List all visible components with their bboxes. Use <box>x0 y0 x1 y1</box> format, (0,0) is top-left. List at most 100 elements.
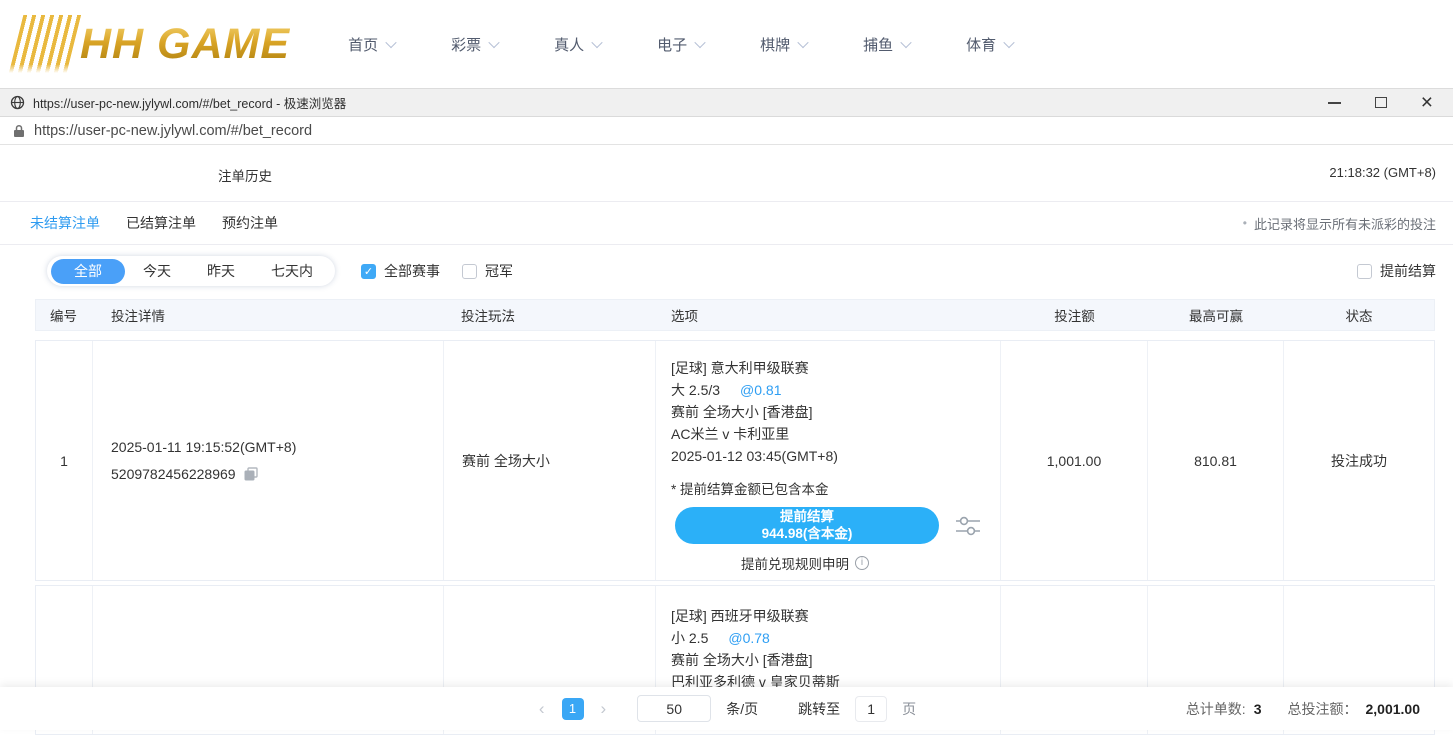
site-logo[interactable]: HH GAME <box>16 15 290 73</box>
chevron-down-icon <box>385 37 396 48</box>
cell-max-win: 810.81 <box>1148 341 1284 580</box>
match-teams: AC米兰 v 卡利亚里 <box>671 423 789 445</box>
nav-label: 电子 <box>657 34 687 55</box>
nav-label: 首页 <box>348 34 378 55</box>
note-text: 此记录将显示所有未派彩的投注 <box>1254 214 1436 233</box>
cell-status: 投注成功 <box>1284 341 1434 580</box>
cell-bet-amount: 1,001.00 <box>1001 341 1148 580</box>
pagination: ‹ 1 › 条/页 跳转至 页 <box>537 695 916 722</box>
chevron-down-icon <box>591 37 602 48</box>
total-count-label: 总计单数: <box>1186 699 1246 719</box>
tabs-row: 未结算注单 已结算注单 预约注单 • 此记录将显示所有未派彩的投注 <box>0 202 1453 245</box>
page-size-input[interactable] <box>637 695 711 722</box>
screen: HH GAME 首页 彩票 真人 电子 棋牌 捕鱼 体育 https://use… <box>0 0 1453 750</box>
cashout-rule-link[interactable]: 提前兑现规则申明 i <box>671 553 939 573</box>
tab-unsettled[interactable]: 未结算注单 <box>30 213 100 233</box>
totals: 总计单数: 3 总投注额： 2,001.00 <box>1186 699 1420 719</box>
bullet-icon: • <box>1243 216 1247 230</box>
page-unit-label: 页 <box>902 699 916 719</box>
nav-item-live[interactable]: 真人 <box>554 34 601 55</box>
odds: @0.78 <box>728 630 769 646</box>
col-header-option: 选项 <box>656 305 1001 325</box>
main-nav: 首页 彩票 真人 电子 棋牌 捕鱼 体育 <box>348 34 1013 55</box>
champion-checkbox-wrap[interactable]: 冠军 <box>462 261 513 281</box>
unsettled-note: • 此记录将显示所有未派彩的投注 <box>1243 214 1436 233</box>
cashout-rule-text: 提前兑现规则申明 <box>741 553 849 573</box>
jump-page-input[interactable] <box>855 696 887 722</box>
logo-bars-decoration <box>9 15 81 73</box>
filter-row: 全部 今天 昨天 七天内 ✓ 全部赛事 冠军 提前结算 <box>0 245 1453 297</box>
browser-urlbar[interactable]: https://user-pc-new.jylywl.com/#/bet_rec… <box>0 117 1453 145</box>
bet-table: 编号 投注详情 投注玩法 选项 投注额 最高可赢 状态 1 2025-01-11… <box>35 299 1435 735</box>
odds: @0.81 <box>740 382 781 398</box>
all-events-checkbox-wrap[interactable]: ✓ 全部赛事 <box>361 261 440 281</box>
bet-id: 5209782456228969 <box>111 461 236 488</box>
cashout-button[interactable]: 提前结算 944.98(含本金) <box>675 507 939 544</box>
date-filter-all[interactable]: 全部 <box>51 259 125 284</box>
cell-play-type: 赛前 全场大小 <box>444 341 656 580</box>
per-page-label: 条/页 <box>726 699 758 719</box>
nav-item-cards[interactable]: 棋牌 <box>760 34 807 55</box>
selection: 大 2.5/3 <box>671 382 720 398</box>
chevron-down-icon <box>1004 37 1015 48</box>
tab-reserved[interactable]: 预约注单 <box>222 213 278 233</box>
nav-item-sports[interactable]: 体育 <box>966 34 1013 55</box>
market: 赛前 全场大小 [香港盘] <box>671 401 813 423</box>
copy-icon[interactable] <box>243 466 259 482</box>
cell-option: [足球] 意大利甲级联赛 大 2.5/3@0.81 赛前 全场大小 [香港盘] … <box>656 341 1001 580</box>
lock-icon <box>13 124 25 138</box>
browser-titlebar: https://user-pc-new.jylywl.com/#/bet_rec… <box>0 88 1453 117</box>
chevron-down-icon <box>797 37 808 48</box>
col-header-status: 状态 <box>1284 305 1434 325</box>
nav-item-lottery[interactable]: 彩票 <box>451 34 498 55</box>
nav-label: 真人 <box>554 34 584 55</box>
chevron-down-icon <box>900 37 911 48</box>
page-head: 注单历史 21:18:32 (GMT+8) <box>0 145 1453 202</box>
tab-settled[interactable]: 已结算注单 <box>126 213 196 233</box>
nav-item-home[interactable]: 首页 <box>348 34 395 55</box>
nav-label: 棋牌 <box>760 34 790 55</box>
cashout-button-amount: 944.98(含本金) <box>762 526 853 543</box>
col-header-amount: 投注额 <box>1001 305 1148 325</box>
minimize-button[interactable] <box>1328 102 1341 104</box>
page-title: 注单历史 <box>218 165 272 185</box>
champion-checkbox[interactable] <box>462 264 477 279</box>
bet-record-page: 注单历史 21:18:32 (GMT+8) 未结算注单 已结算注单 预约注单 •… <box>0 145 1453 748</box>
url-text: https://user-pc-new.jylywl.com/#/bet_rec… <box>34 123 312 139</box>
date-filter-today[interactable]: 今天 <box>125 259 189 283</box>
close-button[interactable]: × <box>1421 96 1433 110</box>
date-filter-7days[interactable]: 七天内 <box>253 259 331 283</box>
selection: 小 2.5 <box>671 630 708 646</box>
col-header-maxwin: 最高可赢 <box>1148 305 1284 325</box>
all-events-label: 全部赛事 <box>384 261 440 281</box>
nav-label: 彩票 <box>451 34 481 55</box>
early-settle-checkbox[interactable] <box>1357 264 1372 279</box>
nav-item-slots[interactable]: 电子 <box>657 34 704 55</box>
next-page-arrow[interactable]: › <box>599 699 609 719</box>
cashout-button-title: 提前结算 <box>780 509 834 526</box>
col-header-no: 编号 <box>36 305 93 325</box>
bet-time: 2025-01-11 19:15:52(GMT+8) <box>111 434 443 461</box>
maximize-button[interactable] <box>1375 97 1387 108</box>
league: [足球] 意大利甲级联赛 <box>671 357 809 379</box>
page-number-button[interactable]: 1 <box>562 698 584 720</box>
nav-item-fishing[interactable]: 捕鱼 <box>863 34 910 55</box>
nav-label: 捕鱼 <box>863 34 893 55</box>
info-icon[interactable]: i <box>855 556 869 570</box>
total-amount-label: 总投注额： <box>1288 699 1358 719</box>
match-time: 2025-01-12 03:45(GMT+8) <box>671 445 838 467</box>
sliders-icon[interactable] <box>954 514 982 538</box>
col-header-play: 投注玩法 <box>444 305 656 325</box>
col-header-details: 投注详情 <box>93 305 444 325</box>
league: [足球] 西班牙甲级联赛 <box>671 605 809 627</box>
total-amount-value: 2,001.00 <box>1366 701 1421 717</box>
date-filter-yesterday[interactable]: 昨天 <box>189 259 253 283</box>
cell-no: 1 <box>36 341 93 580</box>
prev-page-arrow[interactable]: ‹ <box>537 699 547 719</box>
globe-icon <box>10 95 25 110</box>
total-count-value: 3 <box>1254 701 1262 717</box>
early-settle-checkbox-wrap[interactable]: 提前结算 <box>1357 261 1436 281</box>
all-events-checkbox[interactable]: ✓ <box>361 264 376 279</box>
site-header: HH GAME 首页 彩票 真人 电子 棋牌 捕鱼 体育 <box>0 0 1453 88</box>
chevron-down-icon <box>694 37 705 48</box>
